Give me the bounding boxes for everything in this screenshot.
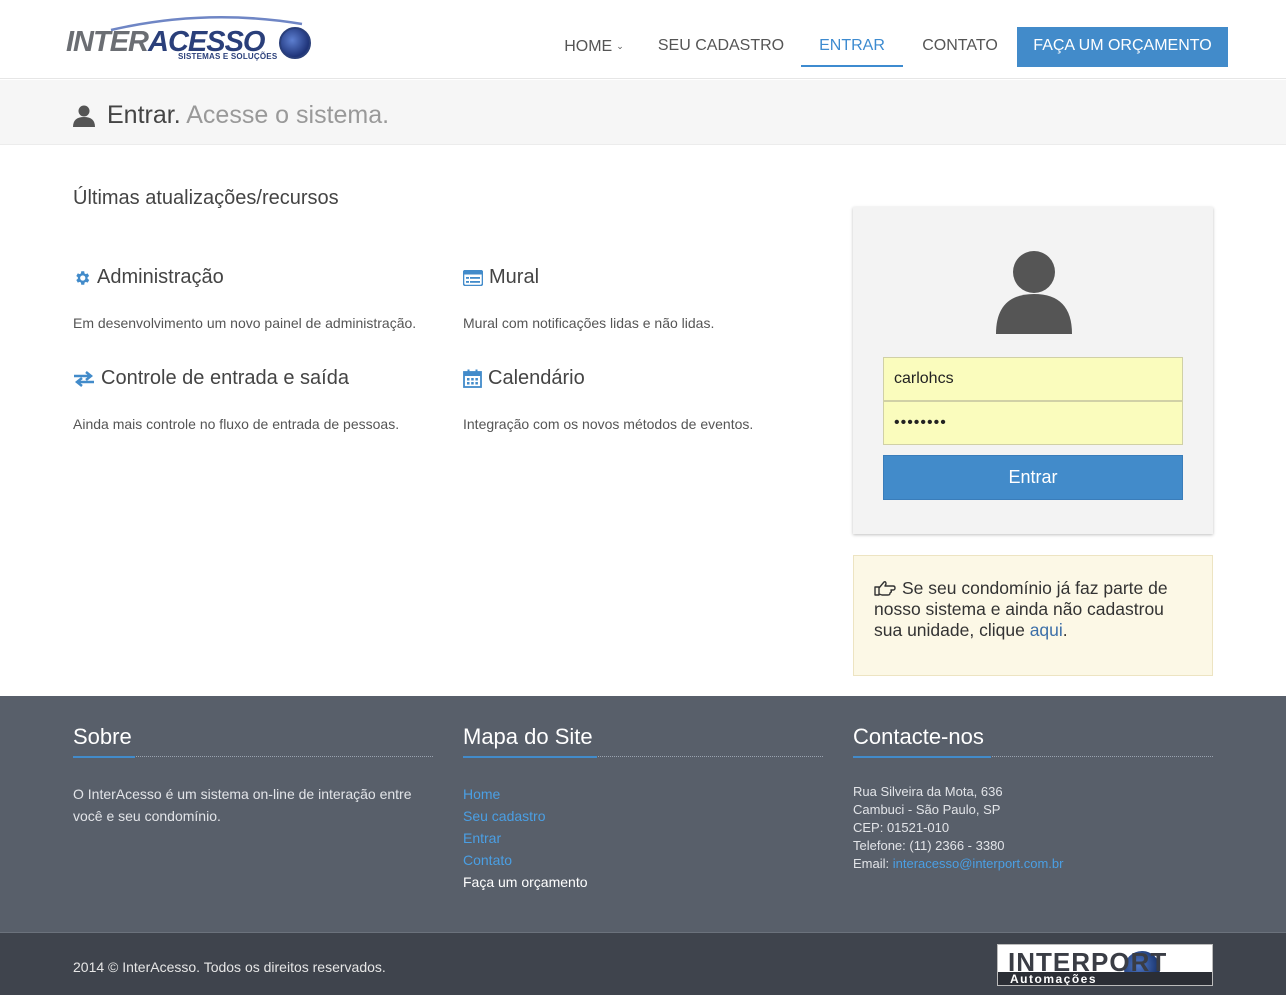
- sitemap-link-entrar[interactable]: Entrar: [463, 827, 823, 849]
- chevron-down-icon: ⌄: [616, 41, 624, 51]
- copyright-text: 2014 © InterAcesso. Todos os direitos re…: [73, 959, 386, 975]
- footer-sitemap-heading: Mapa do Site: [463, 724, 823, 758]
- user-avatar-icon: [996, 251, 1072, 334]
- sitemap-link-seu-cadastro[interactable]: Seu cadastro: [463, 805, 823, 827]
- contact-cep: CEP: 01521-010: [853, 820, 950, 835]
- feature-title-text: Mural: [489, 266, 540, 288]
- heading-underline: [73, 756, 135, 758]
- feature-description: Em desenvolvimento um novo painel de adm…: [73, 315, 417, 331]
- feature-title-text: Controle de entrada e saída: [101, 367, 349, 389]
- notice-text: Se seu condomínio já faz parte de nosso …: [874, 578, 1168, 640]
- contact-email-row: Email: interacesso@interport.com.br: [853, 855, 1213, 873]
- top-navbar: INTERACESSO SISTEMAS E SOLUÇÕES HOME ⌄ SE…: [0, 0, 1286, 79]
- feature-title: Calendário: [463, 367, 843, 390]
- feature-controle: Controle de entrada e saída Ainda mais c…: [73, 367, 453, 432]
- main-nav: HOME ⌄ SEU CADASTRO ENTRAR CONTATO FAÇA U…: [0, 27, 1286, 67]
- interport-logo[interactable]: INTERPORT Automações: [997, 944, 1213, 986]
- list-icon: [463, 269, 483, 286]
- nav-home[interactable]: HOME ⌄: [556, 27, 632, 67]
- contact-details: Rua Silveira da Mota, 636 Cambuci - São …: [853, 783, 1213, 873]
- gear-icon: [76, 270, 90, 285]
- user-icon: [73, 105, 95, 127]
- feature-title: Controle de entrada e saída: [73, 367, 453, 390]
- login-button[interactable]: Entrar: [883, 455, 1183, 500]
- feature-title: Administração: [73, 266, 453, 289]
- nav-seu-cadastro[interactable]: SEU CADASTRO: [652, 27, 790, 67]
- feature-title-text: Calendário: [488, 367, 585, 389]
- sitemap-link-orcamento[interactable]: Faça um orçamento: [463, 871, 823, 893]
- page-title-bar: Entrar. Acesse o sistema.: [0, 80, 1286, 145]
- contact-email-label: Email:: [853, 856, 890, 871]
- footer-about-text: O InterAcesso é um sistema on-line de in…: [73, 786, 412, 824]
- feature-administracao: Administração Em desenvolvimento um novo…: [73, 266, 453, 331]
- footer-sitemap-title: Mapa do Site: [463, 724, 593, 749]
- notice-here-link[interactable]: aqui: [1030, 620, 1063, 640]
- feature-title-text: Administração: [97, 266, 224, 288]
- login-card: carlohcs •••••••• Entrar: [853, 207, 1213, 534]
- footer: Sobre O InterAcesso é um sistema on-line…: [0, 696, 1286, 932]
- contact-address: Rua Silveira da Mota, 636: [853, 784, 1003, 799]
- contact-phone: Telefone: (11) 2366 - 3380: [853, 838, 1005, 853]
- footer-contact-heading: Contacte-nos: [853, 724, 1213, 758]
- register-unit-notice: Se seu condomínio já faz parte de nosso …: [853, 555, 1213, 676]
- username-input[interactable]: carlohcs: [883, 357, 1183, 401]
- interport-logo-sub: Automações: [998, 972, 1212, 985]
- contact-district: Cambuci - São Paulo, SP: [853, 802, 1001, 817]
- copyright-bar: 2014 © InterAcesso. Todos os direitos re…: [0, 932, 1286, 995]
- notice-suffix: .: [1062, 620, 1068, 640]
- heading-underline: [463, 756, 597, 758]
- contact-email-link[interactable]: interacesso@interport.com.br: [893, 856, 1064, 871]
- password-input[interactable]: ••••••••: [883, 401, 1183, 445]
- feature-mural: Mural Mural com notificações lidas e não…: [463, 266, 843, 331]
- nav-contato[interactable]: CONTATO: [913, 27, 1007, 67]
- feature-description: Ainda mais controle no fluxo de entrada …: [73, 416, 400, 432]
- footer-contact-title: Contacte-nos: [853, 724, 984, 749]
- feature-description: Integração com os novos métodos de event…: [463, 416, 754, 432]
- request-quote-button[interactable]: FAÇA UM ORÇAMENTO: [1017, 27, 1228, 67]
- sitemap-link-home[interactable]: Home: [463, 783, 823, 805]
- feature-title: Mural: [463, 266, 843, 289]
- footer-contact: Contacte-nos Rua Silveira da Mota, 636 C…: [853, 724, 1213, 873]
- sitemap-link-contato[interactable]: Contato: [463, 849, 823, 871]
- feature-calendario: Calendário Integração com os novos métod…: [463, 367, 843, 432]
- footer-about-title: Sobre: [73, 724, 132, 749]
- footer-about: Sobre O InterAcesso é um sistema on-line…: [73, 724, 433, 827]
- footer-sitemap: Mapa do Site Home Seu cadastro Entrar Co…: [463, 724, 823, 893]
- page-title-main: Entrar.: [107, 101, 181, 129]
- nav-entrar[interactable]: ENTRAR: [801, 27, 903, 67]
- exchange-icon: [74, 370, 94, 387]
- sitemap-list: Home Seu cadastro Entrar Contato Faça um…: [463, 783, 823, 893]
- hand-pointer-icon: [874, 581, 896, 596]
- features-heading: Últimas atualizações/recursos: [73, 187, 339, 209]
- heading-underline: [853, 756, 991, 758]
- page-title: Entrar. Acesse o sistema.: [107, 101, 389, 130]
- calendar-icon: [463, 369, 482, 388]
- nav-home-label: HOME: [564, 38, 613, 55]
- page-subtitle: Acesse o sistema.: [186, 101, 390, 129]
- footer-about-heading: Sobre: [73, 724, 433, 758]
- feature-description: Mural com notificações lidas e não lidas…: [463, 315, 715, 331]
